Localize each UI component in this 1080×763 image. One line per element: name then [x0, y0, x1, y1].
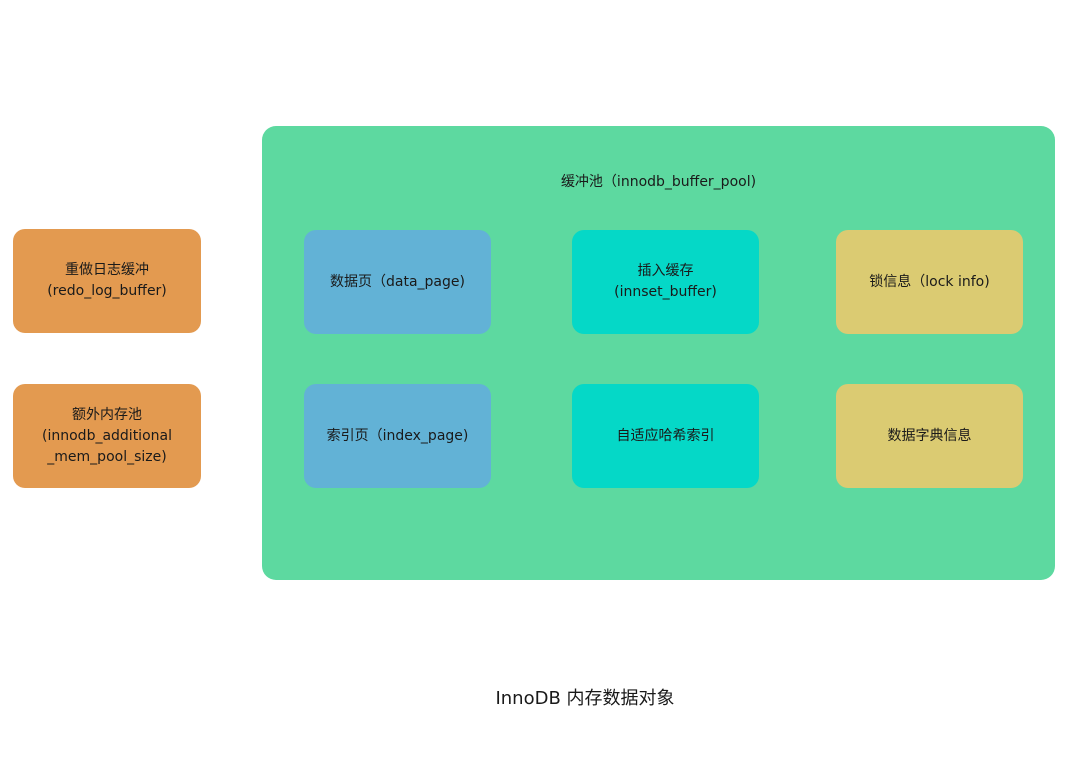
data-dictionary-label: 数据字典信息: [887, 427, 972, 444]
insert-buffer-subtitle: (innset_buffer): [614, 284, 717, 300]
additional-mem-pool-subtitle-2: _mem_pool_size): [47, 448, 167, 465]
additional-mem-pool-title: 额外内存池: [72, 406, 142, 423]
additional-mem-pool-subtitle-1: (innodb_additional: [42, 427, 172, 444]
redo-log-buffer-title: 重做日志缓冲: [65, 262, 149, 278]
data-page-label: 数据页（data_page): [330, 273, 465, 290]
redo-log-buffer-subtitle: (redo_log_buffer): [47, 283, 167, 299]
diagram-caption: InnoDB 内存数据对象: [495, 688, 675, 709]
index-page-label: 索引页（index_page): [326, 427, 469, 444]
insert-buffer-box: 插入缓存 (innset_buffer): [572, 230, 759, 334]
lock-info-box: 锁信息（lock info): [836, 230, 1023, 334]
lock-info-label: 锁信息（lock info): [869, 273, 990, 290]
data-page-box: 数据页（data_page): [304, 230, 491, 334]
index-page-box: 索引页（index_page): [304, 384, 491, 488]
adaptive-hash-index-box: 自适应哈希索引: [572, 384, 759, 488]
redo-log-buffer-box: 重做日志缓冲 (redo_log_buffer): [13, 229, 201, 333]
insert-buffer-title: 插入缓存: [637, 263, 694, 279]
buffer-pool-container: [262, 126, 1055, 580]
data-dictionary-box: 数据字典信息: [836, 384, 1023, 488]
buffer-pool-title: 缓冲池（innodb_buffer_pool): [560, 174, 757, 190]
adaptive-hash-index-label: 自适应哈希索引: [616, 427, 715, 444]
additional-mem-pool-box: 额外内存池 (innodb_additional _mem_pool_size): [13, 384, 201, 488]
